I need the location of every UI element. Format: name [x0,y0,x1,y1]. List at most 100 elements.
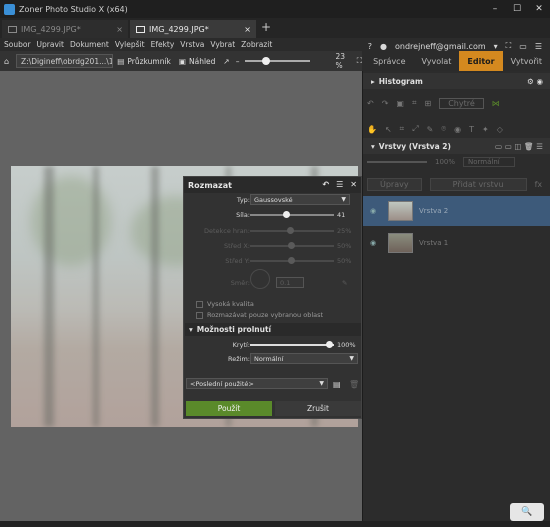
strength-slider-knob[interactable] [282,211,290,218]
preview-button[interactable]: ▣ Náhled [175,54,220,68]
fit-icon[interactable]: ⛶ [357,56,362,66]
tab-label: IMG_4299.JPG* [21,24,81,34]
edge-detection-row: Detekce hran: 25% [184,225,363,237]
opacity-value[interactable]: 100% [337,341,356,349]
mode-select[interactable]: Normální ▼ [250,353,358,364]
transform-tool-icon[interactable]: ⤢ [412,124,418,134]
angle-dial [250,269,270,289]
select-tool-icon[interactable]: ↖ [385,125,392,134]
menu-icon[interactable]: ☰ [336,180,343,189]
menu-vylepsit[interactable]: Vylepšit [115,40,145,49]
preset-value: <Poslední použité> [190,379,254,388]
brush-tool-icon[interactable]: ✎ [427,125,434,134]
zoom-slider-knob[interactable] [262,57,270,65]
apply-button[interactable]: Použít [186,401,272,416]
edge-detection-slider [250,227,334,234]
layers-header[interactable]: ▾ Vrstvy (Vrstva 2) ▭ ▭ ◫ 🗑 ☰ [363,138,550,154]
delete-preset-icon[interactable]: 🗑 [349,380,359,389]
explorer-button[interactable]: ▤ Průzkumník [113,54,175,68]
strength-value[interactable]: 41 [337,211,345,219]
blend-options-title: Možnosti prolnutí [196,325,272,334]
path-field[interactable]: Z:\Digineff\obrdg201...\181023mlha [16,54,114,68]
checkbox-box[interactable] [196,311,203,319]
histogram-options-icon[interactable]: ⚙ ◉ [527,77,543,86]
zoom-slider[interactable] [245,57,310,65]
histogram-header[interactable]: ▸ Histogram ⚙ ◉ [363,73,550,89]
folder-up-icon[interactable]: ⌂ [4,57,9,66]
shape-tool-icon[interactable]: ◇ [497,125,503,134]
eye-tool-icon[interactable]: ◉ [454,125,461,134]
title-bar: Zoner Photo Studio X (x64) – ☐ ✕ [0,0,550,18]
module-editor[interactable]: Editor [459,51,503,71]
image-icon: ▣ [178,56,186,66]
account-email[interactable]: ondrejneff@gmail.com [395,42,486,51]
crop-tool-icon[interactable]: ⌗ [400,124,405,134]
add-layer-button[interactable]: Přidat vrstvu [429,177,527,191]
undo-icon[interactable]: ↶ [367,99,374,108]
add-tab-button[interactable]: + [261,20,271,34]
high-quality-checkbox[interactable]: Vysoká kvalita [196,300,254,308]
layer-actions-icons[interactable]: ▭ ▭ ◫ 🗑 ☰ [495,142,543,151]
layer-mode-select[interactable]: Normální [463,157,515,167]
strength-slider[interactable] [250,211,334,218]
blur-panel-title: Rozmazat [188,180,232,190]
layer-item[interactable]: ◉ Vrstva 2 [363,196,550,226]
edits-button[interactable]: Úpravy [367,177,422,191]
help-icon[interactable]: ? [368,42,372,51]
close-window-button[interactable]: ✕ [528,0,550,18]
fullscreen-icon[interactable]: ⛶ [506,41,512,51]
blur-type-select[interactable]: Gaussovské ▼ [250,194,350,205]
tab-close-button[interactable]: × [244,25,251,34]
close-icon[interactable]: ✕ [350,180,357,189]
cancel-button[interactable]: Zrušit [275,401,361,416]
right-panel: ▸ Histogram ⚙ ◉ ↶ ↷ ▣ ⌗ ⊞ Chytré ⋈ ✋ ↖ ⌗… [362,71,550,521]
grid-icon[interactable]: ⊞ [424,99,431,108]
clone-tool-icon[interactable]: ⌾ [441,124,446,134]
eye-icon[interactable]: ◉ [363,207,383,215]
tab-image-2[interactable]: IMG_4299.JPG* × [130,20,256,38]
maximize-button[interactable]: ☐ [506,0,528,18]
checkbox-box[interactable] [196,300,203,308]
zoom-out-icon[interactable]: – [236,57,240,66]
layer-opacity-slider[interactable] [367,161,427,163]
minimize-button[interactable]: – [484,0,506,18]
menu-vrstva[interactable]: Vrstva [180,40,204,49]
hand-tool-icon[interactable]: ✋ [367,125,377,134]
redo-icon[interactable]: ↷ [382,99,389,108]
image-icon[interactable]: ▣ [396,99,404,108]
layer-opacity-value[interactable]: 100% [435,158,455,166]
chevron-down-icon[interactable]: ▾ [494,42,498,51]
menu-vybrat[interactable]: Vybrat [210,40,235,49]
share-icon[interactable]: ⋈ [492,99,500,108]
menu-zobrazit[interactable]: Zobrazit [241,40,272,49]
tab-close-button[interactable]: × [116,25,123,34]
tab-image-1[interactable]: IMG_4299.JPG* × [2,20,128,38]
module-vyvolat[interactable]: Vyvolat [414,51,460,71]
blend-options-header[interactable]: ▾ Možnosti prolnutí [185,323,361,336]
menu-soubor[interactable]: Soubor [4,40,31,49]
menu-icon[interactable]: ☰ [535,42,542,51]
undo-icon[interactable]: ↶ [322,180,329,189]
account-icon[interactable]: ● [380,42,387,51]
module-vytvorit[interactable]: Vytvořit [503,51,550,71]
preset-select[interactable]: <Poslední použité> ▼ [186,378,328,389]
menu-upravit[interactable]: Upravit [37,40,64,49]
eye-icon[interactable]: ◉ [363,239,383,247]
opacity-slider[interactable] [250,341,334,348]
menu-efekty[interactable]: Efekty [151,40,175,49]
save-preset-icon[interactable]: ▤ [333,380,341,389]
effect-tool-icon[interactable]: ✦ [482,125,489,134]
text-tool-icon[interactable]: T [469,125,474,134]
center-y-row: Střed Y: 50% [184,255,363,267]
only-selection-checkbox[interactable]: Rozmazávat pouze vybranou oblast [196,311,323,319]
menu-dokument[interactable]: Dokument [70,40,109,49]
fx-button[interactable]: fx [535,180,543,189]
smart-dropdown[interactable]: Chytré [439,97,484,109]
export-icon[interactable]: ↗ [223,57,229,66]
module-spravce[interactable]: Správce [365,51,413,71]
zoom-navigator-icon[interactable]: 🔍 [510,503,544,521]
display-icon[interactable]: ▭ [519,42,527,51]
opacity-slider-knob[interactable] [326,341,333,348]
layer-item[interactable]: ◉ Vrstva 1 [363,228,550,258]
crop-icon[interactable]: ⌗ [412,98,417,108]
